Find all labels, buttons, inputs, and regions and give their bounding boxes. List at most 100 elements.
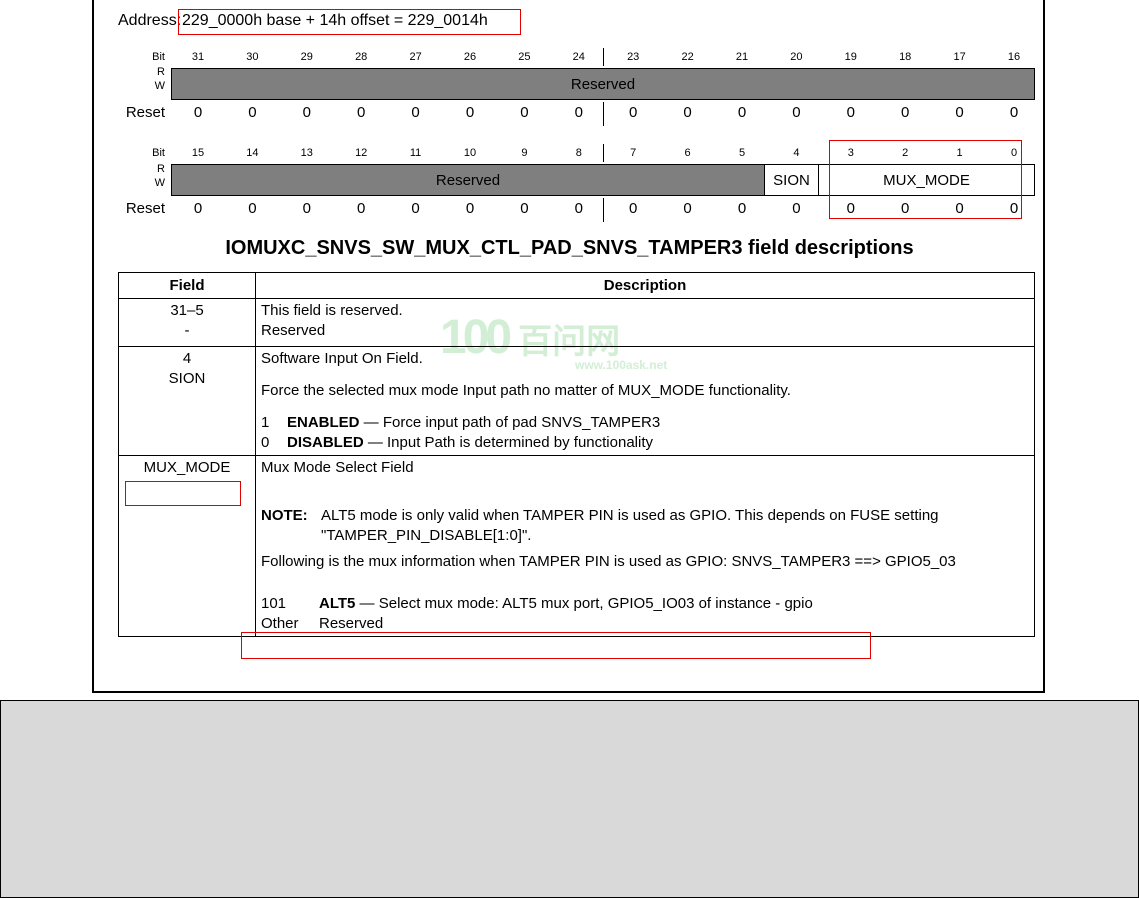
- reset-value: 0: [302, 104, 311, 121]
- bit-separator-lower: [603, 144, 604, 162]
- bit-number: 31: [191, 51, 205, 63]
- enum-desc: — Input Path is determined by functional…: [363, 434, 653, 451]
- enum-desc: — Force input path of pad SNVS_TAMPER3: [359, 414, 661, 431]
- reset-value: 0: [465, 200, 475, 217]
- bit-number: 17: [953, 51, 966, 63]
- reset-value: 0: [465, 104, 475, 121]
- reset-value: 0: [629, 104, 638, 121]
- bit-number: 10: [463, 147, 477, 159]
- bit-number: 27: [409, 51, 422, 63]
- reset-value: 0: [574, 104, 583, 121]
- description-cell: Software Input On Field. Force the selec…: [255, 346, 1035, 456]
- enum-value: 1: [261, 414, 270, 431]
- bit-number: 22: [681, 51, 694, 63]
- field-name: MUX_MODE: [143, 459, 231, 476]
- reset-value: 0: [901, 104, 910, 121]
- field-name: -: [184, 322, 190, 339]
- field-bits: 4: [182, 350, 192, 367]
- bit-number: 11: [409, 147, 422, 159]
- bit-number: 15: [191, 147, 205, 159]
- reset-separator: [603, 102, 604, 126]
- table-row: 4 SION Software Input On Field. Force th…: [118, 346, 1035, 456]
- enum-value: 0: [261, 434, 270, 451]
- table-row: 31–5 - This field is reserved. Reserved: [118, 298, 1035, 347]
- table-row: MUX_MODE Mux Mode Select Field NOTE: ALT…: [118, 455, 1035, 637]
- reset-value: 0: [357, 104, 366, 121]
- reset-value: 0: [357, 200, 366, 217]
- sion-field: SION: [764, 164, 819, 196]
- bit-number: 7: [630, 147, 637, 159]
- enum-value: 101: [261, 595, 287, 612]
- bit-number: 5: [738, 147, 746, 159]
- reset-value: 0: [520, 200, 529, 217]
- reset-value: 0: [193, 200, 203, 217]
- r-label-upper: R: [157, 66, 165, 78]
- field-cell: 4 SION: [118, 346, 256, 456]
- bit-label-upper: Bit: [152, 51, 165, 63]
- mux-mode-field-highlight: [125, 481, 241, 506]
- bit-number: 28: [355, 51, 368, 63]
- description-cell: This field is reserved. Reserved: [255, 298, 1035, 347]
- enum-option: 101 ALT5 — Select mux mode: ALT5 mux port…: [261, 594, 1029, 614]
- address-label: Address:: [118, 12, 182, 29]
- note-text-line2: "TAMPER_PIN_DISABLE[1:0]".: [321, 527, 532, 544]
- bit-number: 14: [246, 147, 259, 159]
- lower-reserved-field: Reserved: [171, 164, 765, 196]
- description-cell: Mux Mode Select Field NOTE: ALT5 mode is…: [255, 455, 1035, 637]
- r-label-lower: R: [157, 163, 165, 175]
- reset-value: 0: [248, 104, 257, 121]
- bit-number: 19: [844, 51, 857, 63]
- reset-separator-lower: [603, 198, 604, 222]
- reset-value: 0: [574, 200, 583, 217]
- description-line: Force the selected mux mode Input path n…: [261, 382, 791, 399]
- bit-number: 24: [572, 51, 585, 63]
- w-label-upper: W: [154, 80, 165, 92]
- header-description: Description: [255, 272, 1035, 299]
- bit-number: 4: [793, 147, 800, 159]
- enum-name: DISABLED: [287, 434, 364, 451]
- field-name: SION: [168, 370, 206, 387]
- bottom-panel: [0, 700, 1139, 898]
- description-line: Mux Mode Select Field: [261, 459, 414, 476]
- note: NOTE: ALT5 mode is only valid when TAMPE…: [261, 506, 1029, 546]
- reset-value: 0: [846, 104, 855, 121]
- reset-label-upper: Reset: [125, 104, 165, 121]
- bit-number: 26: [463, 51, 477, 63]
- upper-reserved-field: Reserved: [171, 68, 1035, 100]
- reset-value: 0: [629, 200, 638, 217]
- reset-value: 0: [792, 104, 801, 121]
- bit-number: 6: [684, 147, 691, 159]
- description-line: Reserved: [261, 322, 326, 339]
- reset-value: 0: [302, 200, 311, 217]
- bit-label-lower: Bit: [152, 147, 165, 159]
- field-bits: 31–5: [170, 302, 204, 319]
- reset-value: 0: [520, 104, 529, 121]
- enum-value: Other: [261, 615, 299, 632]
- note-text: ALT5 mode is only valid when TAMPER PIN …: [321, 506, 939, 546]
- enum-option: 0 DISABLED — Input Path is determined by …: [261, 433, 1029, 453]
- bit-separator: [603, 48, 604, 66]
- bit-number: 20: [790, 51, 803, 63]
- address-highlight: [178, 9, 521, 35]
- note-text-line1: ALT5 mode is only valid when TAMPER PIN …: [321, 507, 939, 524]
- reset-value: 0: [193, 104, 203, 121]
- field-descriptions-table: Field Description 31–5 - This field is r…: [118, 272, 1035, 637]
- bit-number: 12: [355, 147, 368, 159]
- enum-desc: — Select mux mode: ALT5 mux port, GPIO5_…: [355, 595, 813, 612]
- reset-value: 0: [792, 200, 801, 217]
- bit-number: 25: [518, 51, 531, 63]
- reset-value: 0: [411, 200, 420, 217]
- bit-number: 18: [899, 51, 912, 63]
- enum-option: 1 ENABLED — Force input path of pad SNVS_…: [261, 413, 1029, 433]
- bit-number: 8: [575, 147, 582, 159]
- bit-number: 29: [300, 51, 313, 63]
- reset-value: 0: [248, 200, 257, 217]
- reset-value: 0: [737, 104, 747, 121]
- enum-name: ALT5: [319, 595, 356, 612]
- bit-number: 30: [246, 51, 259, 63]
- bit-number: 13: [300, 147, 313, 159]
- reset-value: 0: [683, 200, 692, 217]
- mux-mode-highlight: [829, 140, 1022, 219]
- table-header-row: Field Description: [118, 272, 1035, 299]
- reset-value: 0: [1009, 104, 1019, 121]
